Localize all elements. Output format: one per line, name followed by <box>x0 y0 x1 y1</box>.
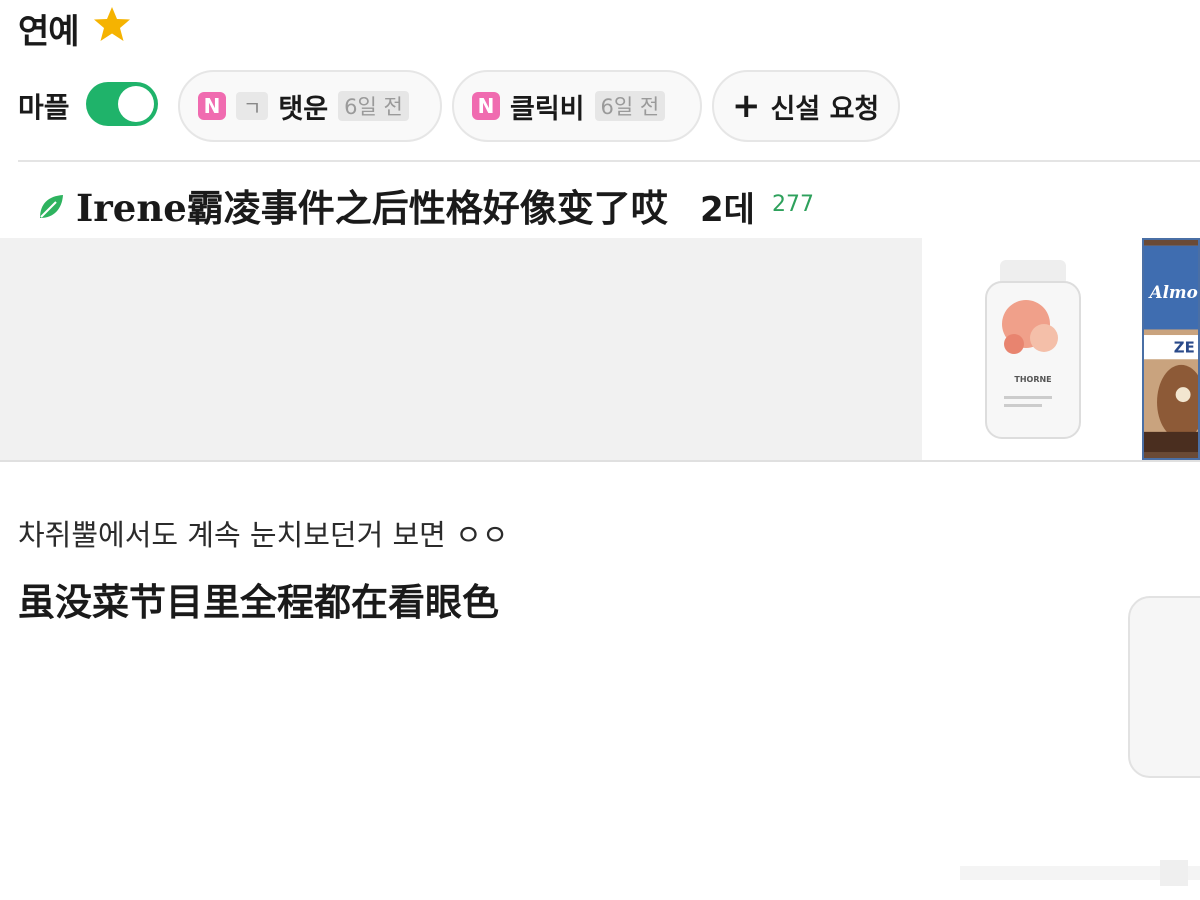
request-new-board-button[interactable]: + 신설 요청 <box>712 70 900 142</box>
product-brand: Almond Breeze <box>1148 282 1200 302</box>
product-brand: THORNE <box>1014 375 1051 384</box>
chip-name: 탯운 <box>278 93 329 125</box>
chip-clickb[interactable]: N 클릭비 6일 전 <box>452 70 702 142</box>
plus-icon: + <box>732 86 761 126</box>
post-title-suffix: 2데 <box>700 190 755 230</box>
supplement-bottle-image[interactable]: THORNE <box>922 240 1142 460</box>
page-title: 연예 <box>18 12 80 52</box>
post-korean-text: 차쥐뿔에서도 계속 눈치보던거 보면 ㅇㅇ <box>18 518 509 552</box>
request-label: 신설 요청 <box>770 93 880 125</box>
toggle-knob <box>118 86 154 122</box>
post-title[interactable]: Irene霸凌事件之后性格好像变了哎 <box>76 178 668 232</box>
new-badge: N <box>472 92 500 120</box>
post-chinese-caption: 虽没菜节目里全程都在看眼色 <box>18 580 499 624</box>
watermark <box>960 860 1200 886</box>
mapl-label: 마플 <box>18 91 70 124</box>
comment-count: 277 <box>772 192 814 217</box>
new-badge: N <box>198 92 226 120</box>
chip-tag: ㄱ <box>236 92 269 120</box>
chip-name: 클릭비 <box>510 93 585 125</box>
ad-banner <box>0 238 922 460</box>
almond-milk-carton-image[interactable]: Almond Breeze ZE <box>1142 238 1200 460</box>
chip-taeyun[interactable]: N ㄱ 탯운 6일 전 <box>178 70 442 142</box>
chip-days: 6일 전 <box>594 91 666 121</box>
chip-days: 6일 전 <box>338 91 409 121</box>
side-card[interactable] <box>1128 596 1200 778</box>
mapl-toggle[interactable] <box>86 82 158 126</box>
star-icon[interactable] <box>92 4 132 44</box>
leaf-icon <box>40 195 63 218</box>
product-tag: ZE <box>1174 339 1195 357</box>
divider <box>18 160 1200 162</box>
divider <box>0 460 1200 462</box>
